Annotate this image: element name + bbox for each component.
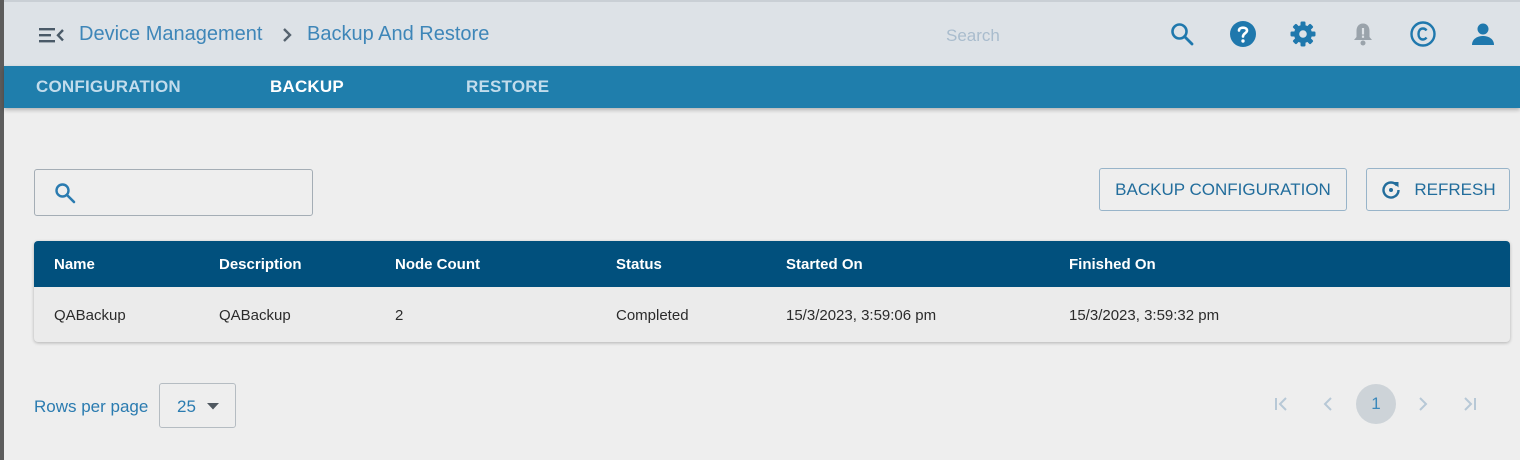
table-filter-field[interactable] (34, 169, 313, 216)
column-header-finished-on[interactable]: Finished On (1069, 256, 1156, 273)
refresh-label: REFRESH (1414, 179, 1496, 199)
search-icon (55, 183, 76, 204)
rows-per-page-select[interactable]: 25 (159, 383, 236, 428)
current-page-number: 1 (1371, 394, 1381, 413)
rows-per-page-value: 25 (177, 397, 196, 416)
column-header-description[interactable]: Description (219, 256, 302, 273)
rows-per-page-label: Rows per page (34, 397, 149, 416)
cell-node-count: 2 (395, 307, 404, 324)
top-app-bar: Device Management Backup And Restore (4, 2, 1520, 66)
column-header-started-on[interactable]: Started On (786, 256, 863, 273)
tab-restore[interactable]: RESTORE (466, 77, 549, 97)
menu-collapse-icon[interactable] (37, 23, 65, 47)
breadcrumb-device-management[interactable]: Device Management (79, 23, 262, 46)
help-icon[interactable] (1229, 20, 1257, 48)
refresh-button[interactable]: REFRESH (1366, 168, 1510, 211)
user-icon[interactable] (1469, 20, 1497, 48)
table-row[interactable]: QABackup QABackup 2 Completed 15/3/2023,… (34, 287, 1510, 342)
current-page-button[interactable]: 1 (1356, 384, 1396, 424)
tab-backup[interactable]: BACKUP (270, 77, 344, 97)
next-page-icon[interactable] (1410, 391, 1436, 417)
backup-configuration-label: BACKUP CONFIGURATION (1115, 179, 1331, 199)
cell-finished-on: 15/3/2023, 3:59:32 pm (1069, 307, 1220, 324)
table-header: Name Description Node Count Status Start… (34, 241, 1510, 287)
last-page-icon[interactable] (1457, 391, 1483, 417)
copyright-icon[interactable] (1409, 20, 1437, 48)
cell-status: Completed (616, 307, 689, 324)
refresh-icon (1382, 180, 1401, 199)
cell-description: QABackup (219, 307, 291, 324)
first-page-icon[interactable] (1268, 391, 1294, 417)
column-header-status[interactable]: Status (616, 256, 662, 273)
backup-table: Name Description Node Count Status Start… (34, 241, 1510, 342)
tab-bar: CONFIGURATION BACKUP RESTORE (4, 66, 1520, 108)
gear-icon[interactable] (1289, 20, 1317, 48)
tab-configuration[interactable]: CONFIGURATION (36, 77, 181, 97)
column-header-name[interactable]: Name (54, 256, 95, 273)
search-input[interactable] (944, 22, 1088, 50)
cell-started-on: 15/3/2023, 3:59:06 pm (786, 307, 937, 324)
chevron-right-icon (283, 28, 292, 42)
column-header-node-count[interactable]: Node Count (395, 256, 480, 273)
breadcrumb-backup-and-restore: Backup And Restore (307, 23, 490, 45)
filter-input[interactable] (91, 180, 305, 206)
backup-configuration-button[interactable]: BACKUP CONFIGURATION (1099, 168, 1347, 211)
cell-name: QABackup (54, 307, 126, 324)
bell-icon[interactable] (1349, 20, 1377, 48)
search-icon[interactable] (1168, 20, 1196, 48)
previous-page-icon[interactable] (1315, 391, 1341, 417)
caret-down-icon (207, 403, 219, 410)
